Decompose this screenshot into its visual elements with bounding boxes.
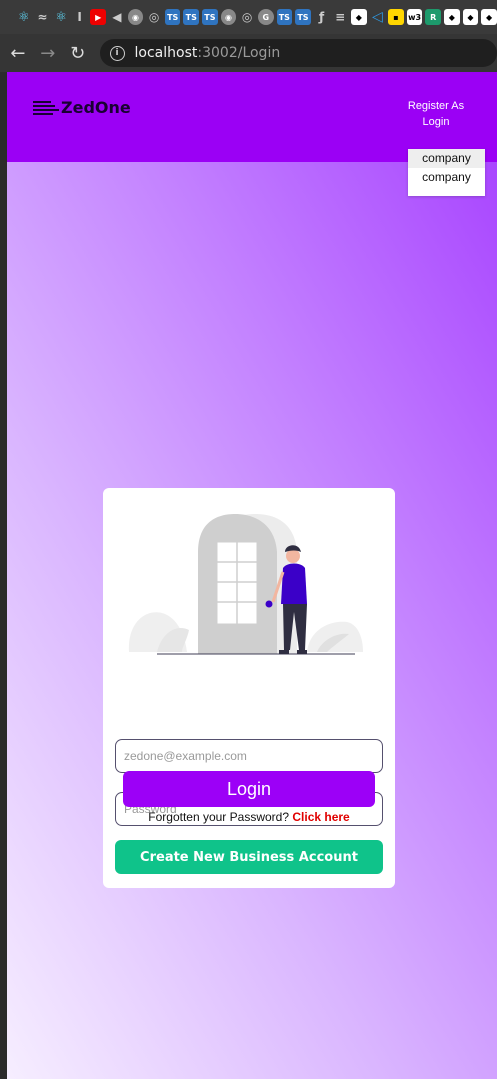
login-button[interactable]: Login — [123, 771, 375, 807]
address-bar[interactable]: i localhost:3002/Login — [99, 39, 497, 67]
react-icon[interactable]: ⚛ — [53, 9, 69, 25]
extension-icon[interactable]: ◆ — [444, 9, 460, 25]
register-dropdown: company company — [408, 149, 485, 196]
url-path: :3002/Login — [197, 45, 281, 61]
w3schools-icon[interactable]: w3 — [406, 9, 423, 25]
url-host: localhost — [134, 45, 198, 61]
forward-icon[interactable]: → — [36, 41, 60, 65]
extension-icon[interactable]: ◆ — [350, 9, 367, 25]
speaker-icon[interactable]: ◀ — [109, 9, 125, 25]
github-icon[interactable]: ◎ — [239, 9, 255, 25]
browser-toolbar: ← → ↻ i localhost:3002/Login — [0, 34, 497, 72]
yellow-extension-icon[interactable]: ▪ — [388, 9, 404, 25]
bookmarks-bar: ⚛ ≈ ⚛ I ▶ ◀ ◉ ◎ TS TS TS ◉ ◎ G TS TS ƒ ≡ ◆ ◁ ▪ w3 R ◆ ◆ ◆ — [0, 0, 497, 34]
dropdown-option-company[interactable]: company — [408, 168, 485, 187]
typescript-icon[interactable]: TS — [276, 9, 293, 25]
reload-icon[interactable]: ↻ — [66, 41, 90, 65]
flutter-icon[interactable]: ƒ — [314, 9, 330, 25]
typescript-icon[interactable]: TS — [202, 9, 218, 25]
zedone-logo[interactable]: ZedOne — [33, 98, 131, 117]
logo-speed-lines-icon — [33, 100, 59, 115]
globe-icon[interactable]: ◉ — [127, 9, 144, 25]
bookmark-icon[interactable]: I — [72, 9, 88, 25]
tailwind-icon[interactable]: ≈ — [35, 9, 51, 25]
door-illustration — [128, 514, 363, 655]
page-left-edge — [0, 72, 7, 767]
r-icon[interactable]: R — [425, 9, 442, 25]
stackoverflow-icon[interactable]: ≡ — [332, 9, 348, 25]
click-here-link[interactable]: Click here — [292, 810, 349, 824]
forgot-label: Forgotten your Password? — [148, 810, 290, 824]
back-icon[interactable]: ← — [6, 41, 30, 65]
register-as-login-link[interactable]: Register As Login — [403, 98, 469, 130]
github-icon[interactable]: ◎ — [146, 9, 162, 25]
globe-icon[interactable]: ◉ — [220, 9, 237, 25]
forgot-password-text: Forgotten your Password? Click here — [103, 810, 395, 824]
logo-text: ZedOne — [61, 98, 131, 117]
login-card: Login Forgotten your Password? Click her… — [103, 488, 395, 888]
typescript-icon[interactable]: TS — [183, 9, 200, 25]
page-viewport: ZedOne Register As Login company company — [7, 72, 497, 1079]
create-business-account-button[interactable]: Create New Business Account — [115, 840, 383, 874]
vscode-icon[interactable]: ◁ — [370, 9, 386, 25]
extension-icon[interactable]: ◆ — [481, 9, 497, 25]
typescript-icon[interactable]: TS — [295, 9, 311, 25]
dropdown-option-company[interactable]: company — [408, 149, 485, 168]
email-field[interactable] — [115, 739, 383, 773]
extension-icon[interactable]: ◆ — [462, 9, 479, 25]
google-icon[interactable]: G — [257, 9, 274, 25]
youtube-icon[interactable]: ▶ — [90, 9, 107, 25]
react-icon[interactable]: ⚛ — [16, 9, 32, 25]
info-icon[interactable]: i — [109, 45, 125, 61]
typescript-icon[interactable]: TS — [164, 9, 181, 25]
